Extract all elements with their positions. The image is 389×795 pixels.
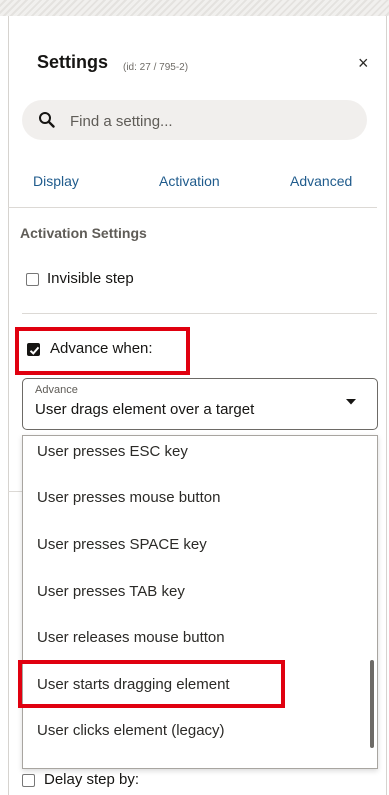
advance-when-checkbox[interactable] xyxy=(27,343,40,356)
panel-left-border xyxy=(8,16,9,795)
panel-title: Settings xyxy=(37,52,109,72)
dropdown-scrollbar[interactable] xyxy=(370,660,374,748)
option-tab-key[interactable]: User presses TAB key xyxy=(37,583,185,600)
option-esc-key[interactable]: User presses ESC key xyxy=(37,443,188,460)
section-divider xyxy=(22,313,377,314)
advance-select-label: Advance xyxy=(35,384,78,396)
search-box[interactable] xyxy=(22,100,367,140)
tab-advanced[interactable]: Advanced xyxy=(290,173,352,189)
invisible-step-checkbox[interactable] xyxy=(26,273,39,286)
tabs-divider xyxy=(8,207,377,208)
advance-options-dropdown[interactable]: User presses ESC key User presses mouse … xyxy=(22,435,378,769)
option-release-mouse[interactable]: User releases mouse button xyxy=(37,629,225,646)
option-clicks-element-legacy[interactable]: User clicks element (legacy) xyxy=(37,722,225,739)
advance-select[interactable]: Advance User drags element over a target xyxy=(22,378,378,430)
search-input[interactable] xyxy=(68,109,352,133)
panel-id: (id: 27 / 795-2) xyxy=(123,62,189,73)
option-mouse-button[interactable]: User presses mouse button xyxy=(37,489,220,506)
caret-down-icon xyxy=(346,399,356,405)
tab-activation[interactable]: Activation xyxy=(159,173,220,189)
invisible-step-label: Invisible step xyxy=(47,270,134,287)
tab-display[interactable]: Display xyxy=(33,173,79,189)
search-icon xyxy=(39,112,55,128)
background-divider xyxy=(8,491,22,492)
activation-settings-heading: Activation Settings xyxy=(20,225,147,241)
advance-select-value: User drags element over a target xyxy=(35,401,255,418)
highlight-box-start-dragging xyxy=(18,660,285,708)
window-top-strip xyxy=(0,0,389,16)
panel-right-border xyxy=(386,16,387,795)
delay-step-checkbox[interactable] xyxy=(22,774,35,787)
option-space-key[interactable]: User presses SPACE key xyxy=(37,536,207,553)
delay-step-label: Delay step by: xyxy=(44,771,140,788)
close-icon[interactable]: × xyxy=(358,52,369,74)
advance-when-label: Advance when: xyxy=(50,340,153,357)
checkmark-icon xyxy=(29,346,40,355)
